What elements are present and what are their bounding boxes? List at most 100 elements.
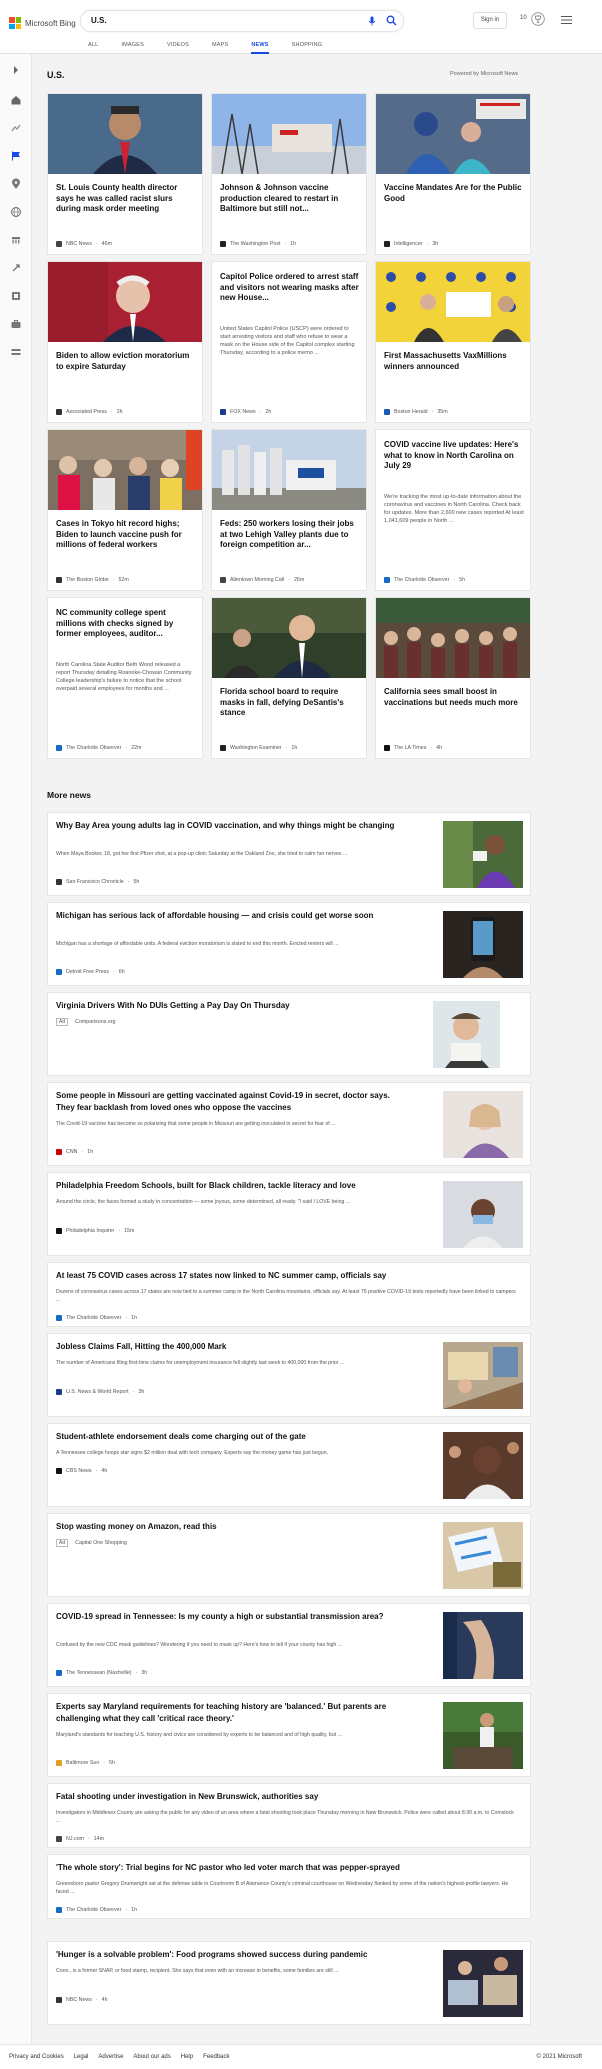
news-list-item[interactable]: Experts say Maryland requirements for te… (47, 1693, 531, 1777)
footer-links: Privacy and Cookies Legal Advertise Abou… (9, 2054, 229, 2060)
card-title[interactable]: St. Louis County health director says he… (56, 183, 196, 215)
item-snippet: Confused by the new CDC mask guidelines?… (56, 1642, 343, 1648)
copyright: © 2021 Microsoft (536, 2054, 582, 2060)
card-title[interactable]: COVID vaccine live updates: Here's what … (384, 440, 524, 472)
card-title[interactable]: Feds: 250 workers losing their jobs at t… (220, 519, 360, 551)
news-card[interactable]: St. Louis County health director says he… (47, 93, 203, 255)
news-card[interactable]: Florida school board to require masks in… (211, 597, 367, 759)
item-title[interactable]: 'The whole story': Trial begins for NC p… (56, 1862, 516, 1874)
entertainment-icon[interactable] (10, 290, 22, 302)
news-card[interactable]: California sees small boost in vaccinati… (375, 597, 531, 759)
us-flag-icon[interactable] (10, 150, 22, 162)
card-title[interactable]: Biden to allow eviction moratorium to ex… (56, 351, 196, 372)
source-logo-icon (56, 1836, 62, 1842)
item-source: Philadelphia Inquirer · 15m (56, 1228, 134, 1234)
card-title[interactable]: Capitol Police ordered to arrest staff a… (220, 272, 360, 304)
source-logo-icon (56, 1907, 62, 1913)
hamburger-menu-icon[interactable] (561, 16, 572, 24)
item-source: The Tennessean (Nashville) · 3h (56, 1670, 147, 1676)
powered-by-label[interactable]: Powered by Microsoft News (450, 71, 518, 77)
news-list-item[interactable]: 'Hunger is a solvable problem': Food pro… (47, 1941, 531, 2025)
news-thumbnail (443, 1702, 523, 1769)
news-list-item[interactable]: 'The whole story': Trial begins for NC p… (47, 1854, 531, 1919)
item-title[interactable]: Philadelphia Freedom Schools, built for … (56, 1180, 396, 1192)
footer-link-about-ads[interactable]: About our ads (133, 2054, 170, 2060)
politics-icon[interactable] (10, 234, 22, 246)
news-list-item[interactable]: COVID-19 spread in Tennessee: Is my coun… (47, 1603, 531, 1687)
tab-maps[interactable]: MAPS (212, 40, 228, 54)
news-list-item-ad[interactable]: Virginia Drivers With No DUIs Getting a … (47, 992, 531, 1076)
source-logo-icon (56, 1997, 62, 2003)
news-card[interactable]: NC community college spent millions with… (47, 597, 203, 759)
search-box[interactable] (80, 10, 404, 32)
sign-in-button[interactable]: Sign in (473, 12, 507, 29)
item-title[interactable]: Virginia Drivers With No DUIs Getting a … (56, 1000, 396, 1012)
footer-link-advertise[interactable]: Advertise (98, 2054, 123, 2060)
home-icon[interactable] (10, 94, 22, 106)
news-list-item[interactable]: Some people in Missouri are getting vacc… (47, 1082, 531, 1166)
footer-link-feedback[interactable]: Feedback (203, 2054, 229, 2060)
source-logo-icon (56, 1315, 62, 1321)
item-title[interactable]: Michigan has serious lack of affordable … (56, 910, 396, 922)
card-title[interactable]: NC community college spent millions with… (56, 608, 196, 640)
item-title[interactable]: Some people in Missouri are getting vacc… (56, 1090, 406, 1113)
card-title[interactable]: First Massachusetts VaxMillions winners … (384, 351, 524, 372)
card-title[interactable]: Cases in Tokyo hit record highs; Biden t… (56, 519, 196, 551)
item-title[interactable]: Experts say Maryland requirements for te… (56, 1701, 406, 1724)
bing-logo[interactable]: Microsoft Bing (9, 17, 76, 29)
tab-news[interactable]: NEWS (251, 40, 269, 54)
card-title[interactable]: Johnson & Johnson vaccine production cle… (220, 183, 360, 215)
item-title[interactable]: Student-athlete endorsement deals come c… (56, 1431, 396, 1443)
rewards-trophy-icon[interactable] (531, 12, 545, 26)
card-title[interactable]: Florida school board to require masks in… (220, 687, 360, 719)
news-list-item[interactable]: Philadelphia Freedom Schools, built for … (47, 1172, 531, 1256)
item-snippet: A Tennessee college hoops star signs $2 … (56, 1450, 329, 1456)
tab-images[interactable]: IMAGES (121, 40, 144, 54)
card-title[interactable]: California sees small boost in vaccinati… (384, 687, 524, 708)
search-input[interactable] (91, 16, 341, 25)
business-briefcase-icon[interactable] (10, 318, 22, 330)
news-card[interactable]: Capitol Police ordered to arrest staff a… (211, 261, 367, 423)
news-list-item[interactable]: Why Bay Area young adults lag in COVID v… (47, 812, 531, 896)
item-source: Ad Comparisons.org (56, 1018, 115, 1026)
trending-icon[interactable] (10, 122, 22, 134)
news-list-item[interactable]: Jobless Claims Fall, Hitting the 400,000… (47, 1333, 531, 1417)
science-rocket-icon[interactable] (10, 262, 22, 274)
footer-link-privacy[interactable]: Privacy and Cookies (9, 2054, 64, 2060)
source-logo-icon (56, 879, 62, 885)
more-topics-icon[interactable] (10, 346, 22, 358)
news-card[interactable]: Feds: 250 workers losing their jobs at t… (211, 429, 367, 591)
news-card[interactable]: COVID vaccine live updates: Here's what … (375, 429, 531, 591)
footer-link-legal[interactable]: Legal (74, 2054, 89, 2060)
news-card[interactable]: Vaccine Mandates Are for the Public Good… (375, 93, 531, 255)
news-list-item[interactable]: Michigan has serious lack of affordable … (47, 902, 531, 986)
local-pin-icon[interactable] (10, 178, 22, 190)
rewards-count[interactable]: 10 (520, 15, 527, 21)
item-title[interactable]: Jobless Claims Fall, Hitting the 400,000… (56, 1341, 396, 1353)
item-title[interactable]: Fatal shooting under investigation in Ne… (56, 1791, 516, 1803)
microphone-icon[interactable] (367, 16, 377, 26)
tab-videos[interactable]: VIDEOS (167, 40, 189, 54)
item-title[interactable]: COVID-19 spread in Tennessee: Is my coun… (56, 1611, 396, 1623)
news-photo (212, 598, 366, 678)
item-title[interactable]: Why Bay Area young adults lag in COVID v… (56, 820, 396, 832)
card-title[interactable]: Vaccine Mandates Are for the Public Good (384, 183, 524, 204)
news-card[interactable]: Cases in Tokyo hit record highs; Biden t… (47, 429, 203, 591)
tab-shopping[interactable]: SHOPPING (292, 40, 323, 54)
expand-sidebar-icon[interactable] (10, 64, 22, 76)
news-list-item[interactable]: Student-athlete endorsement deals come c… (47, 1423, 531, 1507)
item-title[interactable]: 'Hunger is a solvable problem': Food pro… (56, 1949, 396, 1961)
item-title[interactable]: Stop wasting money on Amazon, read this (56, 1521, 396, 1533)
news-card[interactable]: Johnson & Johnson vaccine production cle… (211, 93, 367, 255)
source-logo-icon (220, 409, 226, 415)
news-list-item-ad[interactable]: Stop wasting money on Amazon, read this … (47, 1513, 531, 1597)
footer-link-help[interactable]: Help (181, 2054, 193, 2060)
news-list-item[interactable]: At least 75 COVID cases across 17 states… (47, 1262, 531, 1327)
search-icon[interactable] (386, 15, 397, 26)
news-list-item[interactable]: Fatal shooting under investigation in Ne… (47, 1783, 531, 1848)
item-title[interactable]: At least 75 COVID cases across 17 states… (56, 1270, 516, 1282)
world-globe-icon[interactable] (10, 206, 22, 218)
tab-all[interactable]: ALL (88, 40, 98, 54)
news-card[interactable]: Biden to allow eviction moratorium to ex… (47, 261, 203, 423)
news-card[interactable]: First Massachusetts VaxMillions winners … (375, 261, 531, 423)
